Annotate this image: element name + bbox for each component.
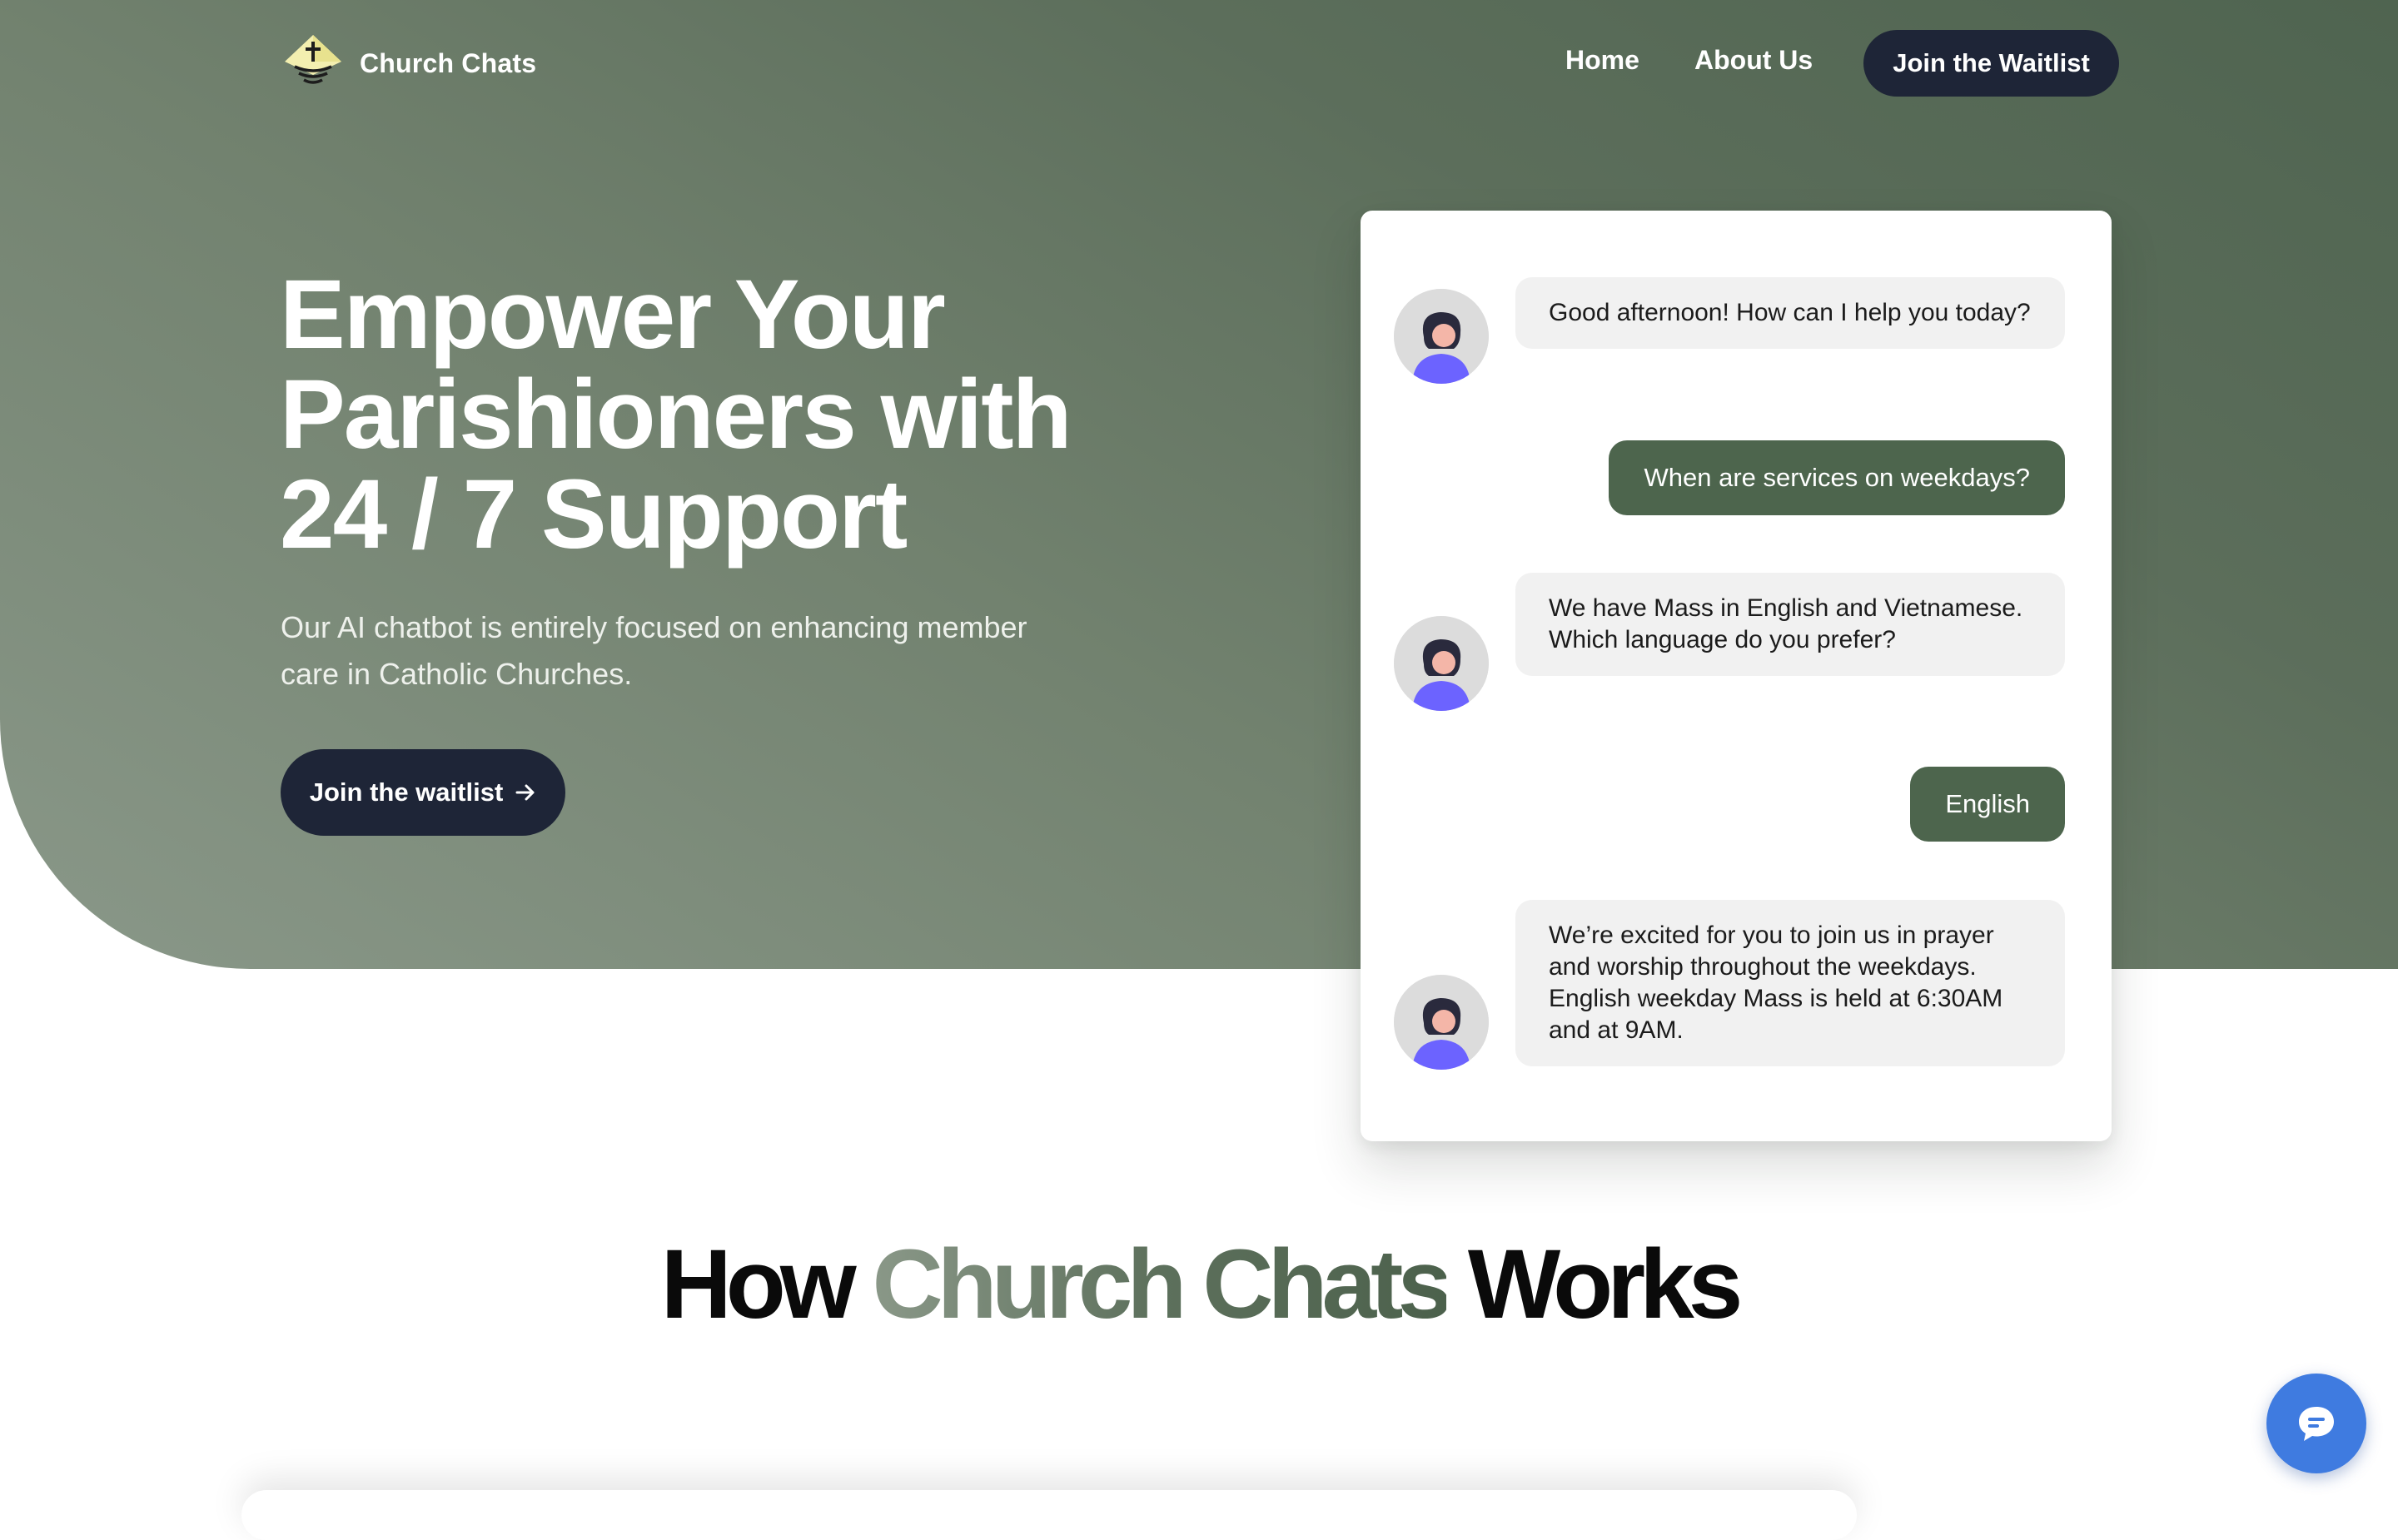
hero-title-line-1: Empower Your: [280, 260, 946, 370]
bot-avatar: [1394, 289, 1489, 384]
chat-bubble-icon: [2299, 1407, 2334, 1441]
join-waitlist-nav-button[interactable]: Join the Waitlist: [1863, 30, 2119, 97]
arrow-right-icon: [515, 784, 535, 801]
how-it-works-heading: How Church Chats Works: [0, 1230, 2398, 1339]
person-avatar-icon: [1394, 616, 1489, 711]
chat-launcher-button[interactable]: [2266, 1374, 2366, 1473]
person-avatar-icon: [1394, 289, 1489, 384]
person-avatar-icon: [1394, 975, 1489, 1070]
hero-title: Empower Your Parishioners with 24 / 7 Supp…: [280, 265, 1196, 564]
next-section-card: [241, 1490, 1857, 1540]
bot-avatar: [1394, 975, 1489, 1070]
chat-demo-card: Good afternoon! How can I help you today…: [1361, 211, 2112, 1141]
user-message-bubble: When are services on weekdays?: [1609, 440, 2065, 515]
bot-message-bubble: Good afternoon! How can I help you today…: [1515, 277, 2065, 349]
heading-accent: Church Chats: [872, 1230, 1452, 1339]
nav-home-link[interactable]: Home: [1565, 45, 1639, 76]
join-waitlist-hero-button[interactable]: Join the waitlist: [281, 749, 565, 836]
bot-avatar: [1394, 616, 1489, 711]
brand-name: Church Chats: [360, 47, 537, 78]
bot-message-bubble: We’re excited for you to join us in pray…: [1515, 900, 2065, 1066]
bot-message-bubble: We have Mass in English and Vietnamese. …: [1515, 573, 2065, 676]
hero-subtitle: Our AI chatbot is entirely focused on en…: [281, 610, 1027, 691]
heading-start: How: [660, 1230, 873, 1339]
hero-title-line-3: 24 / 7 Support: [280, 460, 908, 569]
church-cross-diamond-icon: [285, 35, 341, 84]
hero-title-line-2: Parishioners with: [280, 360, 1072, 469]
join-waitlist-hero-label: Join the waitlist: [309, 777, 504, 807]
nav-about-link[interactable]: About Us: [1694, 45, 1813, 76]
user-message-bubble: English: [1910, 767, 2065, 842]
heading-end: Works: [1446, 1230, 1744, 1339]
brand-logo[interactable]: Church Chats: [281, 32, 536, 95]
